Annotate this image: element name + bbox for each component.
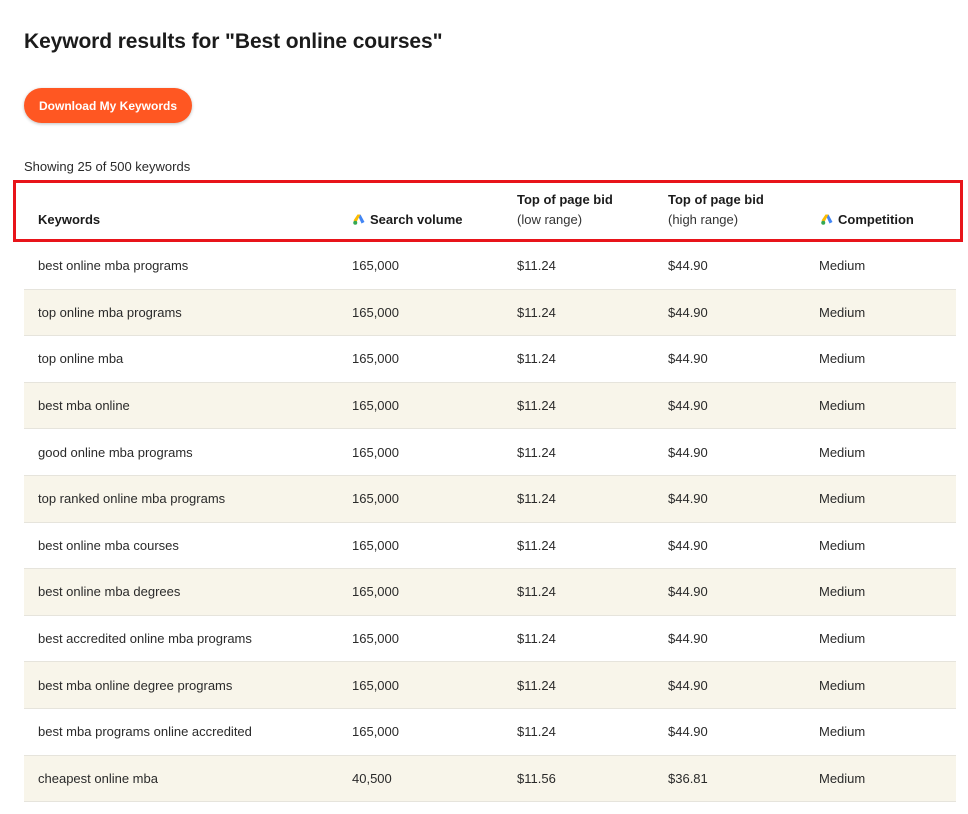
header-high-bid[interactable]: Top of page bid (high range)	[668, 192, 764, 227]
header-low-bid[interactable]: Top of page bid (low range)	[517, 192, 613, 227]
keyword-cell: best mba online degree programs	[38, 677, 233, 693]
keyword-cell: top ranked online mba programs	[38, 491, 226, 507]
table-row: best online mba programs 165,000 $11.24 $44…	[24, 243, 956, 290]
competition-cell: Medium	[819, 491, 866, 507]
table-header: Keywords Search volume Top of page bid (…	[24, 183, 956, 239]
search-volume-cell: 165,000	[352, 258, 399, 274]
table-row: good online mba programs 165,000 $11.24 $44…	[24, 429, 956, 476]
header-low-bid-sub: (low range)	[517, 212, 583, 227]
download-keywords-button[interactable]: Download My Keywords	[24, 88, 192, 123]
low-bid-cell: $11.24	[517, 258, 556, 274]
low-bid-cell: $11.24	[517, 491, 556, 507]
high-bid-cell: $44.90	[668, 444, 708, 460]
competition-cell: Medium	[819, 724, 866, 740]
header-low-bid-title: Top of page bid	[517, 192, 613, 207]
table-row: best accredited online mba programs 165,0…	[24, 616, 956, 663]
search-volume-cell: 165,000	[352, 351, 399, 367]
keyword-cell: best online mba courses	[38, 537, 179, 553]
competition-cell: Medium	[819, 444, 866, 460]
competition-cell: Medium	[819, 351, 866, 367]
google-ads-icon	[821, 214, 833, 225]
table-row: best mba online degree programs 165,000 $1…	[24, 662, 956, 709]
table-row: best mba programs online accredited 165,0…	[24, 709, 956, 756]
low-bid-cell: $11.24	[517, 677, 556, 693]
results-count: Showing 25 of 500 keywords	[24, 159, 191, 174]
competition-cell: Medium	[819, 258, 866, 274]
table-row: best online mba degrees 165,000 $11.24 $44.…	[24, 569, 956, 616]
search-volume-cell: 165,000	[352, 724, 399, 740]
search-volume-cell: 165,000	[352, 304, 399, 320]
high-bid-cell: $44.90	[668, 724, 708, 740]
header-high-bid-sub: (high range)	[668, 212, 739, 227]
high-bid-cell: $44.90	[668, 258, 708, 274]
table-row: top ranked online mba programs 165,000 $11…	[24, 475, 956, 523]
keyword-cell: best mba programs online accredited	[38, 724, 252, 740]
low-bid-cell: $11.24	[517, 351, 556, 367]
low-bid-cell: $11.24	[517, 584, 556, 600]
keyword-cell: good online mba programs	[38, 444, 193, 460]
keyword-cell: best mba online	[38, 398, 130, 414]
competition-cell: Medium	[819, 398, 866, 414]
search-volume-cell: 165,000	[352, 631, 399, 647]
search-volume-cell: 40,500	[352, 770, 392, 786]
header-search-volume-label: Search volume	[370, 212, 463, 227]
competition-cell: Medium	[819, 770, 866, 786]
table-row: cheapest online mba 40,500 $11.56 $36.81 Med…	[24, 755, 956, 803]
keyword-cell: top online mba	[38, 351, 124, 367]
table-row: best mba online 165,000 $11.24 $44.90 Medium	[24, 382, 956, 430]
keyword-cell: top online mba programs	[38, 304, 182, 320]
header-search-volume[interactable]: Search volume	[353, 212, 463, 227]
high-bid-cell: $44.90	[668, 491, 708, 507]
google-ads-icon	[353, 214, 365, 225]
low-bid-cell: $11.24	[517, 398, 556, 414]
header-competition[interactable]: Competition	[821, 212, 914, 227]
table-row: best online mba courses 165,000 $11.24 $44.…	[24, 523, 956, 570]
high-bid-cell: $44.90	[668, 351, 708, 367]
keyword-cell: best online mba degrees	[38, 584, 181, 600]
page-title: Keyword results for "Best online courses…	[24, 30, 443, 53]
search-volume-cell: 165,000	[352, 398, 399, 414]
table-row: top online mba 165,000 $11.24 $44.90 Medium	[24, 336, 956, 383]
competition-cell: Medium	[819, 584, 866, 600]
low-bid-cell: $11.24	[517, 631, 556, 647]
search-volume-cell: 165,000	[352, 537, 399, 553]
high-bid-cell: $44.90	[668, 677, 708, 693]
header-high-bid-title: Top of page bid	[668, 192, 764, 207]
keyword-cell: best online mba programs	[38, 258, 189, 274]
high-bid-cell: $44.90	[668, 398, 708, 414]
table-row: top online mba programs 165,000 $11.24 $44.…	[24, 289, 956, 337]
header-keywords[interactable]: Keywords	[38, 212, 100, 227]
low-bid-cell: $11.24	[517, 724, 556, 740]
high-bid-cell: $44.90	[668, 537, 708, 553]
low-bid-cell: $11.24	[517, 444, 556, 460]
keyword-table-body: best online mba programs 165,000 $11.24 $44…	[24, 243, 956, 803]
competition-cell: Medium	[819, 677, 866, 693]
high-bid-cell: $36.81	[668, 770, 708, 786]
competition-cell: Medium	[819, 304, 866, 320]
high-bid-cell: $44.90	[668, 304, 708, 320]
search-volume-cell: 165,000	[352, 491, 399, 507]
search-volume-cell: 165,000	[352, 584, 399, 600]
search-volume-cell: 165,000	[352, 677, 399, 693]
search-volume-cell: 165,000	[352, 444, 399, 460]
competition-cell: Medium	[819, 631, 866, 647]
high-bid-cell: $44.90	[668, 631, 708, 647]
low-bid-cell: $11.56	[517, 770, 556, 786]
high-bid-cell: $44.90	[668, 584, 708, 600]
low-bid-cell: $11.24	[517, 537, 556, 553]
keyword-cell: cheapest online mba	[38, 770, 158, 786]
header-competition-label: Competition	[838, 212, 914, 227]
low-bid-cell: $11.24	[517, 304, 556, 320]
competition-cell: Medium	[819, 537, 866, 553]
keyword-cell: best accredited online mba programs	[38, 631, 252, 647]
